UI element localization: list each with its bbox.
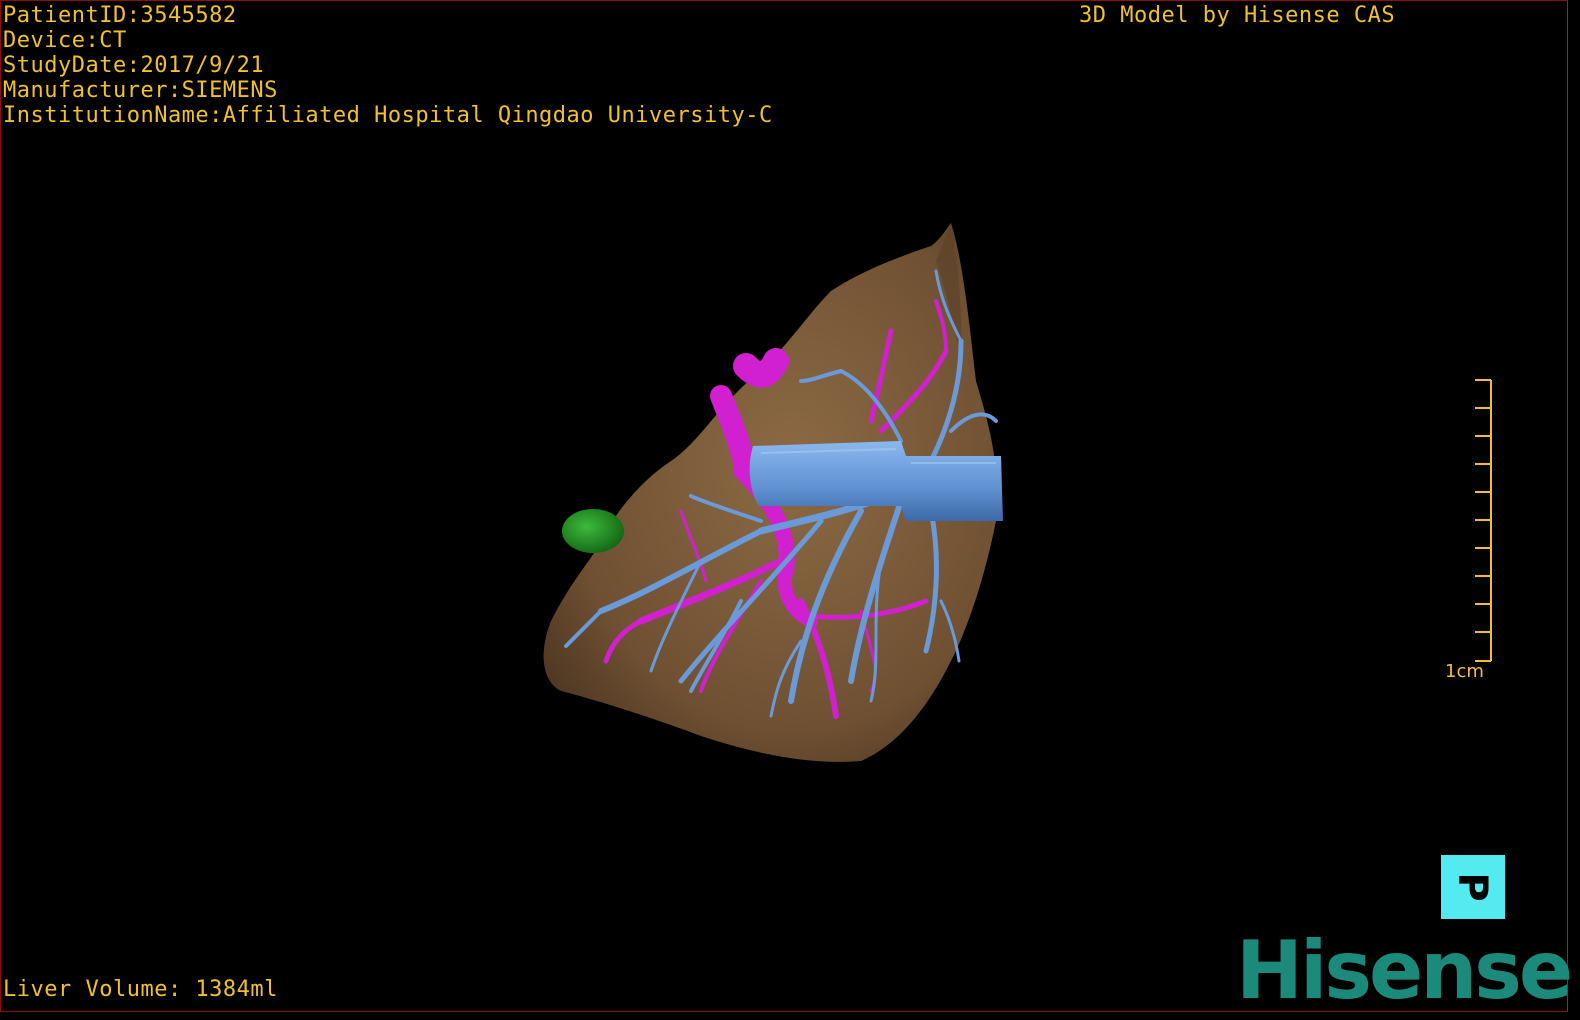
viewer-frame: PatientID:3545582 Device:CT StudyDate:20… bbox=[0, 0, 1568, 1012]
liver-volume: Liver Volume: 1384ml bbox=[3, 977, 278, 1002]
orientation-button[interactable]: P bbox=[1441, 855, 1505, 919]
lesion bbox=[562, 509, 624, 553]
patient-id: PatientID:3545582 bbox=[3, 3, 237, 28]
hisense-logo: Hisense bbox=[1236, 924, 1573, 1017]
manufacturer: Manufacturer:SIEMENS bbox=[3, 78, 278, 103]
scale-bar bbox=[1475, 379, 1492, 662]
model-title: 3D Model by Hisense CAS bbox=[1079, 3, 1396, 28]
institution-name: InstitutionName:Affiliated Hospital Qing… bbox=[3, 103, 773, 128]
study-date: StudyDate:2017/9/21 bbox=[3, 53, 265, 78]
device: Device:CT bbox=[3, 28, 127, 53]
dicom-info-overlay: PatientID:3545582 Device:CT StudyDate:20… bbox=[3, 3, 773, 128]
3d-model-viewport[interactable] bbox=[1, 1, 1569, 1013]
scale-bar-label: 1cm bbox=[1445, 661, 1484, 682]
orientation-label: P bbox=[1449, 872, 1496, 902]
